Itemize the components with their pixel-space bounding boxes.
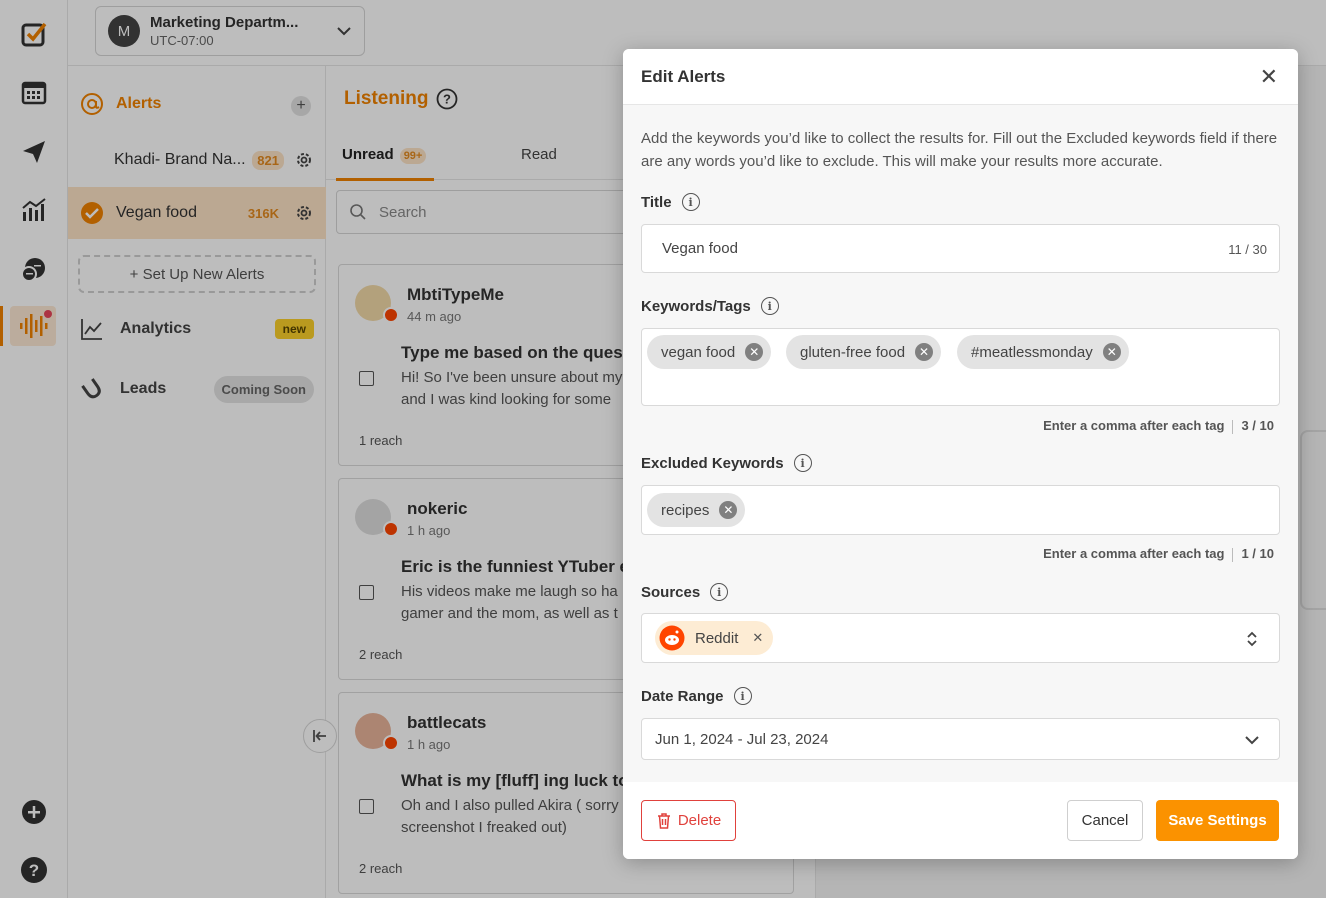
modal-header: Edit Alerts ✕	[623, 49, 1298, 105]
save-settings-button[interactable]: Save Settings	[1156, 800, 1279, 841]
chevron-up-down-icon	[1247, 631, 1257, 647]
modal-description: Add the keywords you’d like to collect t…	[641, 130, 1278, 170]
excluded-hint: Enter a comma after each tag 1 / 10	[1043, 546, 1274, 562]
remove-tag-icon[interactable]: ✕	[915, 343, 934, 361]
sources-select[interactable]: Reddit ✕	[641, 613, 1280, 663]
source-name: Reddit	[695, 629, 739, 647]
date-range-value: Jun 1, 2024 - Jul 23, 2024	[655, 731, 829, 748]
keywords-hint: Enter a comma after each tag 3 / 10	[1043, 418, 1274, 434]
info-icon[interactable]: i	[733, 687, 752, 705]
excluded-input[interactable]: recipes ✕	[641, 485, 1280, 535]
chevron-down-icon	[1245, 736, 1259, 745]
keywords-input[interactable]: vegan food ✕ gluten-free food ✕ #meatlessm…	[641, 328, 1280, 406]
excluded-label: Excluded Keywords i	[641, 454, 812, 472]
title-input[interactable]: Vegan food 11 / 30	[641, 224, 1280, 273]
sources-label: Sources i	[641, 583, 729, 601]
delete-button[interactable]: Delete	[641, 800, 736, 841]
keyword-tag: gluten-free food ✕	[786, 335, 942, 369]
keywords-count: 3 / 10	[1241, 418, 1274, 433]
info-icon[interactable]: i	[710, 583, 729, 601]
edit-alerts-modal: Edit Alerts ✕ Add the keywords you’d lik…	[623, 49, 1298, 859]
modal-title: Edit Alerts	[641, 67, 726, 86]
reddit-icon	[659, 625, 685, 651]
modal-footer: Delete Cancel Save Settings	[623, 782, 1298, 859]
remove-tag-icon[interactable]: ✕	[745, 343, 764, 361]
date-range-select[interactable]: Jun 1, 2024 - Jul 23, 2024	[641, 718, 1280, 760]
title-counter: 11 / 30	[1228, 242, 1267, 257]
keywords-label: Keywords/Tags i	[641, 297, 779, 315]
info-icon[interactable]: i	[793, 454, 812, 472]
source-chip-reddit: Reddit ✕	[655, 621, 774, 655]
info-icon[interactable]: i	[681, 193, 700, 211]
remove-tag-icon[interactable]: ✕	[1102, 343, 1121, 361]
title-label: Title i	[641, 193, 700, 211]
excluded-count: 1 / 10	[1241, 546, 1274, 561]
date-range-label: Date Range i	[641, 687, 752, 705]
trash-icon	[657, 812, 670, 829]
title-value: Vegan food	[662, 240, 738, 257]
delete-label: Delete	[677, 812, 722, 829]
info-icon[interactable]: i	[760, 297, 779, 315]
remove-source-icon[interactable]: ✕	[752, 630, 763, 646]
remove-tag-icon[interactable]: ✕	[719, 501, 738, 519]
keyword-tag: vegan food ✕	[647, 335, 772, 369]
excluded-tag: recipes ✕	[647, 493, 746, 527]
keyword-tag: #meatlessmonday ✕	[957, 335, 1129, 369]
cancel-button[interactable]: Cancel	[1067, 800, 1143, 841]
close-icon[interactable]: ✕	[1260, 66, 1278, 88]
